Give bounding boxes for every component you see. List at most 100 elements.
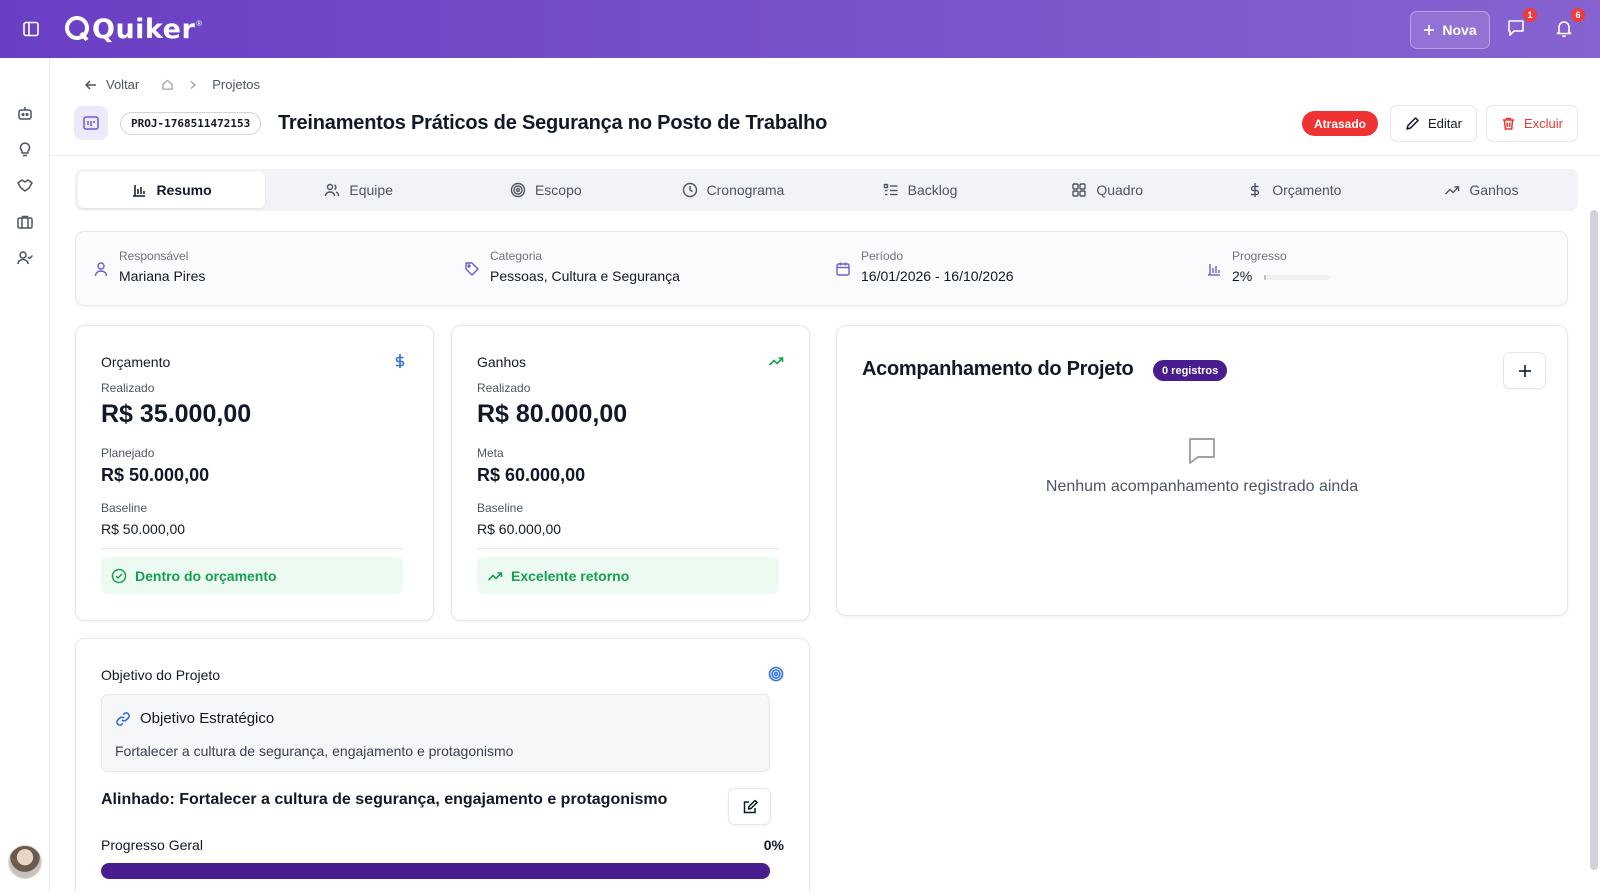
- edit-button[interactable]: Editar: [1390, 105, 1477, 142]
- realized-value: R$ 35.000,00: [101, 400, 252, 428]
- project-board-icon: [83, 116, 99, 130]
- card-title: Orçamento: [101, 354, 171, 370]
- info-label: Progresso: [1232, 249, 1287, 263]
- overall-progress-bar: [101, 863, 770, 879]
- plus-icon: [1518, 364, 1531, 377]
- overall-progress-label: Progresso Geral: [101, 837, 203, 853]
- info-value: 2%: [1232, 268, 1331, 284]
- objective-card: Objetivo do Projeto Objetivo Estratégico…: [75, 638, 810, 892]
- tab-label: Resumo: [156, 182, 212, 198]
- edit-icon: [743, 799, 758, 813]
- tracking-title: Acompanhamento do Projeto: [862, 358, 1134, 380]
- tracking-card: Acompanhamento do Projeto 0 registros Ne…: [836, 325, 1568, 616]
- left-rail: [0, 58, 50, 892]
- realized-value: R$ 80.000,00: [477, 400, 628, 428]
- top-bar: Quiker ® Nova 1 6: [0, 0, 1600, 58]
- tab-cronograma[interactable]: Cronograma: [639, 172, 826, 208]
- tag-icon: [465, 262, 479, 276]
- chevron-right-icon: [190, 80, 197, 89]
- card-title: Ganhos: [477, 354, 527, 370]
- pencil-icon: [1406, 117, 1419, 130]
- clock-icon: [682, 182, 697, 198]
- tab-ganhos[interactable]: Ganhos: [1388, 172, 1575, 208]
- add-tracking-button[interactable]: [1503, 352, 1546, 389]
- planned-label: Planejado: [101, 446, 155, 460]
- arrow-left-icon[interactable]: [84, 78, 98, 92]
- notifications-button[interactable]: [1554, 18, 1576, 40]
- trash-icon: [1502, 117, 1514, 130]
- sidebar-toggle-icon[interactable]: [22, 20, 40, 38]
- tab-bar: Resumo Equipe Escopo Cronograma Backlog …: [75, 169, 1578, 211]
- edit-objective-button[interactable]: [728, 788, 771, 825]
- goal-value: R$ 60.000,00: [477, 465, 586, 485]
- list-icon: [883, 183, 898, 196]
- realized-label: Realizado: [477, 381, 531, 395]
- lightbulb-icon[interactable]: [16, 140, 34, 158]
- project-code-badge: PROJ-1768511472153: [120, 112, 262, 135]
- new-button[interactable]: Nova: [1410, 11, 1490, 49]
- tab-resumo[interactable]: Resumo: [78, 172, 266, 208]
- aligned-objective-text: Alinhado: Fortalecer a cultura de segura…: [101, 791, 668, 808]
- handshake-icon[interactable]: [16, 176, 34, 194]
- progress-percent: 2%: [1232, 268, 1253, 284]
- breadcrumb-current[interactable]: Projetos: [212, 77, 260, 92]
- status-badge: Atrasado: [1302, 111, 1379, 136]
- tab-label: Backlog: [907, 182, 958, 198]
- budget-status-text: Dentro do orçamento: [135, 567, 277, 584]
- check-circle-icon: [111, 568, 127, 583]
- delete-button[interactable]: Excluir: [1486, 105, 1578, 142]
- records-badge: 0 registros: [1153, 360, 1228, 381]
- tab-quadro[interactable]: Quadro: [1014, 172, 1201, 208]
- user-icon: [94, 262, 108, 277]
- divider: [477, 548, 779, 549]
- delete-button-label: Excluir: [1523, 116, 1563, 131]
- trending-up-icon: [1445, 186, 1460, 195]
- strategic-objective-box: Objetivo Estratégico Fortalecer a cultur…: [101, 694, 770, 772]
- tab-label: Quadro: [1096, 182, 1144, 198]
- plus-icon: [1424, 25, 1435, 35]
- project-info-strip: Responsável Mariana Pires Categoria Pess…: [75, 231, 1568, 306]
- overall-progress-value: 0%: [763, 837, 784, 853]
- tab-label: Ganhos: [1469, 182, 1519, 198]
- gains-status-text: Excelente retorno: [511, 567, 630, 584]
- card-title: Objetivo do Projeto: [101, 667, 221, 683]
- tab-label: Orçamento: [1272, 182, 1342, 198]
- home-icon[interactable]: [161, 78, 174, 91]
- user-check-icon[interactable]: [16, 249, 34, 267]
- info-value: Mariana Pires: [119, 268, 206, 284]
- dollar-icon: [395, 354, 405, 368]
- budget-status: Dentro do orçamento: [101, 557, 403, 594]
- link-icon: [116, 711, 130, 726]
- info-category: Categoria Pessoas, Cultura e Segurança: [464, 249, 680, 284]
- back-link[interactable]: Voltar: [106, 77, 139, 92]
- empty-state-text: Nenhum acompanhamento registrado ainda: [1045, 478, 1359, 495]
- info-progress: Progresso 2%: [1206, 249, 1331, 284]
- trending-up-icon: [768, 357, 784, 366]
- target-icon: [510, 182, 526, 198]
- tab-backlog[interactable]: Backlog: [827, 172, 1014, 208]
- planned-value: R$ 50.000,00: [101, 465, 210, 485]
- vertical-scrollbar[interactable]: [1590, 210, 1598, 870]
- user-avatar[interactable]: [8, 845, 42, 879]
- gains-status: Excelente retorno: [477, 557, 779, 594]
- users-icon: [325, 183, 340, 197]
- tab-label: Equipe: [349, 182, 393, 198]
- progress-mini-bar: [1264, 274, 1331, 280]
- briefcase-icon[interactable]: [16, 213, 34, 231]
- tab-escopo[interactable]: Escopo: [452, 172, 639, 208]
- edit-button-label: Editar: [1428, 116, 1462, 131]
- tab-orcamento[interactable]: Orçamento: [1201, 172, 1388, 208]
- gains-card: Ganhos Realizado R$ 80.000,00 Meta R$ 60…: [451, 325, 810, 621]
- logo-mark-icon: [65, 16, 89, 42]
- info-value: Pessoas, Cultura e Segurança: [490, 268, 680, 284]
- app-logo[interactable]: Quiker ®: [62, 13, 202, 45]
- tab-equipe[interactable]: Equipe: [265, 172, 452, 208]
- grid-icon: [1072, 183, 1087, 197]
- strategic-objective-header: Objetivo Estratégico: [115, 710, 274, 727]
- messages-button[interactable]: [1506, 18, 1528, 40]
- baseline-label: Baseline: [101, 501, 148, 515]
- new-button-label: Nova: [1442, 22, 1477, 38]
- info-label: Responsável: [119, 249, 189, 263]
- goal-label: Meta: [477, 446, 504, 460]
- bot-icon[interactable]: [16, 104, 34, 122]
